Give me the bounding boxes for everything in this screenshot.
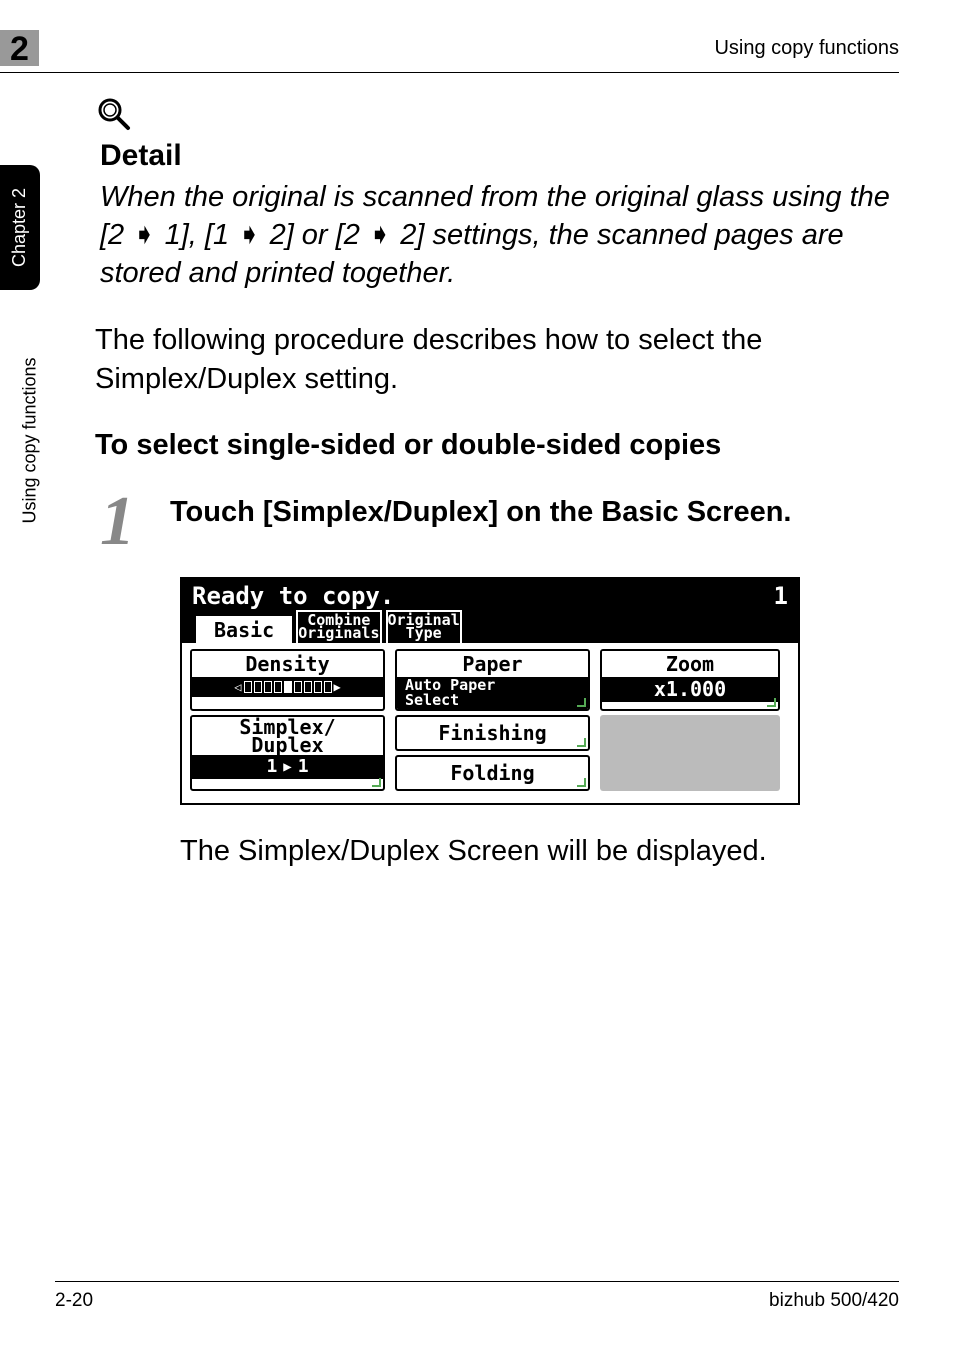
header-left: 2 [0,30,39,66]
simplex-duplex-button[interactable]: Simplex/ Duplex 1 ▶ 1 [190,715,385,791]
simplex-label: Simplex/ Duplex [192,717,383,755]
corner-icon [577,698,586,707]
finishing-button[interactable]: Finishing [395,715,590,751]
chapter-tab: Chapter 2 [0,165,40,290]
side-vertical-text: Using copy functions [20,300,40,580]
tab-combine[interactable]: Combine Originals [296,610,381,643]
page-badge: 2 [0,30,39,66]
lcd-row-2: Simplex/ Duplex 1 ▶ 1 Finishing [190,715,790,791]
simplex-value: 1 ▶ 1 [192,755,383,779]
section-heading: To select single-sided or double-sided c… [95,429,899,462]
corner-icon [577,738,586,747]
lcd-row-1: Density ◁ ▶ Paper Auto Paper [190,649,790,711]
tab-original[interactable]: Original Type [386,610,462,643]
running-title: Using copy functions [714,37,899,60]
empty-slot [600,715,780,791]
step-row: 1 Touch [Simplex/Duplex] on the Basic Sc… [95,490,899,553]
detail-part-c: 2] or [2 [270,219,360,251]
lcd-body: Density ◁ ▶ Paper Auto Paper [182,643,798,803]
corner-icon [577,778,586,787]
lcd-status-text: Ready to copy. [192,582,394,610]
simplex-from: 1 [266,758,277,776]
lcd-panel: Ready to copy. 1 Basic Combine Originals… [180,577,800,805]
simplex-l2: Duplex [192,736,383,754]
paper-sub-l2: Select [405,693,588,708]
lcd-status-bar: Ready to copy. 1 [182,579,798,610]
detail-heading: Detail [100,139,899,173]
density-indicator: ◁ ▶ [192,677,383,697]
corner-icon [767,698,776,707]
page-header: 2 Using copy functions [0,30,899,73]
simplex-to: 1 [298,758,309,776]
step-text: Touch [Simplex/Duplex] on the Basic Scre… [170,490,792,532]
folding-button[interactable]: Folding [395,755,590,791]
footer-product: bizhub 500/420 [769,1290,899,1312]
zoom-label: Zoom [602,651,778,677]
magnifier-icon [95,95,899,143]
step-number: 1 [95,490,140,553]
arrow-icon: ➧ [368,217,392,255]
footer-page-number: 2-20 [55,1290,93,1312]
main-content: Detail When the original is scanned from… [95,95,899,868]
paper-button[interactable]: Paper Auto Paper Select [395,649,590,711]
finishing-label: Finishing [438,721,546,745]
zoom-value: x1.000 [602,677,778,702]
arrow-icon: ➧ [132,217,156,255]
detail-text: When the original is scanned from the or… [100,179,899,293]
arrow-icon: ➧ [237,217,261,255]
page-footer: 2-20 bizhub 500/420 [55,1281,899,1312]
side-vertical-label: Using copy functions [20,357,41,523]
folding-label: Folding [450,761,534,785]
tab-original-l2: Type [388,627,460,641]
paper-sub: Auto Paper Select [397,677,588,709]
intro-paragraph: The following procedure describes how to… [95,321,899,399]
tab-basic[interactable]: Basic [196,616,292,643]
corner-icon [372,778,381,787]
tab-combine-l2: Originals [298,627,379,641]
right-arrow-icon: ▶ [334,680,341,694]
density-button[interactable]: Density ◁ ▶ [190,649,385,711]
left-arrow-icon: ◁ [234,680,241,694]
chapter-tab-label: Chapter 2 [10,188,31,267]
lcd-counter: 1 [774,582,788,610]
lcd-tabs: Basic Combine Originals Original Type [182,610,798,643]
zoom-button[interactable]: Zoom x1.000 [600,649,780,711]
paper-label: Paper [397,651,588,677]
density-label: Density [192,651,383,677]
lcd-screenshot: Ready to copy. 1 Basic Combine Originals… [180,577,899,805]
arrow-icon: ▶ [283,760,291,774]
result-text: The Simplex/Duplex Screen will be displa… [180,835,899,868]
detail-part-b: 1], [1 [165,219,230,251]
